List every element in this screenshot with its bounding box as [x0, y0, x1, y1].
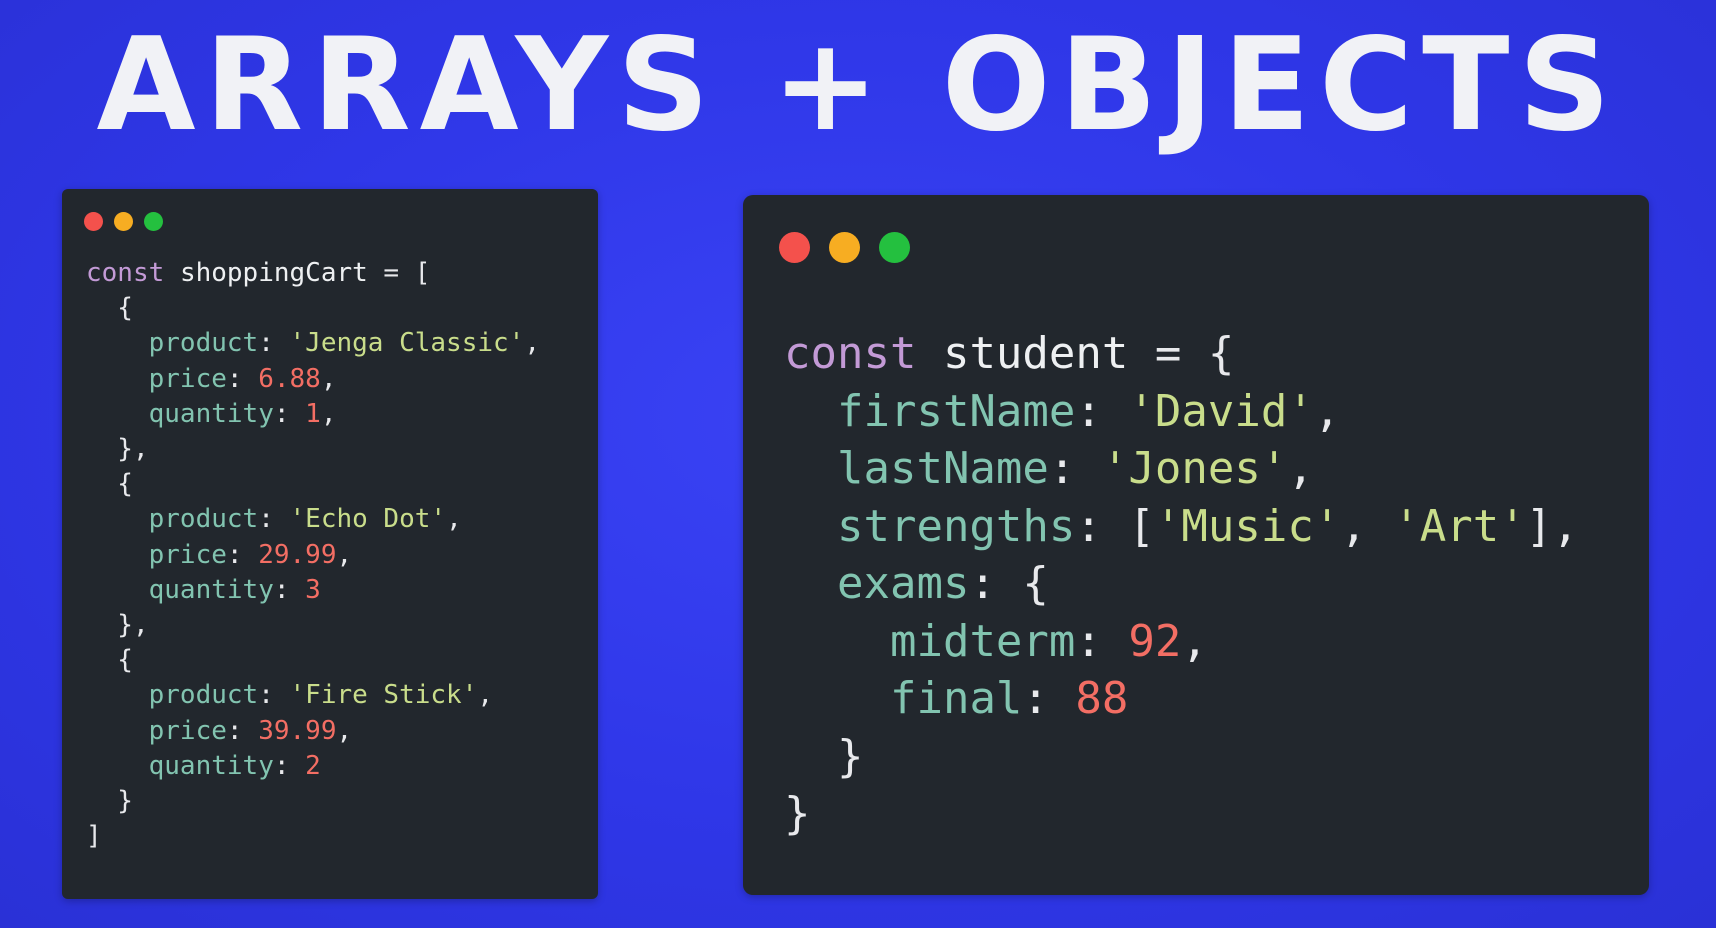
- code-number: 88: [1075, 673, 1129, 724]
- code-key: final: [889, 673, 1023, 724]
- variable-name: student: [942, 328, 1129, 379]
- code-keyword: const: [86, 258, 165, 288]
- code-string: 'Music': [1154, 500, 1341, 552]
- student-code: const student = { firstName: 'David', la…: [784, 328, 1579, 839]
- code-string: 'Fire Stick': [289, 680, 478, 711]
- code-number: 1: [305, 398, 321, 429]
- maximize-dot-icon: [879, 232, 910, 263]
- code-key: midterm: [889, 615, 1076, 667]
- shopping-cart-code: const shoppingCart = [ { product: 'Jenga…: [86, 258, 540, 852]
- code-key: product: [148, 328, 259, 359]
- window-controls: [779, 232, 910, 263]
- window-controls: [84, 212, 163, 231]
- code-number: 29.99: [258, 539, 337, 570]
- maximize-dot-icon: [144, 212, 163, 231]
- code-string: 'Jones': [1101, 443, 1288, 494]
- code-string: 'David': [1128, 385, 1314, 437]
- code-number: 2: [305, 750, 321, 781]
- code-number: 92: [1128, 615, 1182, 667]
- close-dot-icon: [84, 212, 103, 231]
- code-key: quantity: [148, 750, 274, 781]
- code-key: price: [148, 539, 227, 570]
- minimize-dot-icon: [829, 232, 860, 263]
- variable-name: shoppingCart: [179, 258, 368, 288]
- code-key: product: [148, 680, 259, 711]
- code-number: 6.88: [258, 363, 321, 394]
- code-string: 'Jenga Classic': [289, 328, 525, 359]
- code-key: exams: [836, 558, 970, 609]
- slide-title: ARRAYS + OBJECTS: [96, 11, 1620, 160]
- code-key: quantity: [148, 398, 274, 429]
- code-key: strengths: [836, 500, 1076, 552]
- student-code-window: const student = { firstName: 'David', la…: [743, 195, 1649, 895]
- shopping-cart-code-window: const shoppingCart = [ { product: 'Jenga…: [62, 189, 598, 899]
- code-number: 39.99: [258, 715, 337, 746]
- code-string: 'Echo Dot': [289, 504, 447, 535]
- close-dot-icon: [779, 232, 810, 263]
- code-key: price: [148, 715, 227, 746]
- code-key: product: [148, 504, 259, 535]
- code-string: 'Art': [1393, 500, 1526, 552]
- code-key: firstName: [836, 385, 1076, 437]
- code-key: quantity: [148, 574, 274, 605]
- code-key: price: [148, 363, 227, 394]
- code-number: 3: [305, 574, 321, 605]
- code-keyword: const: [784, 328, 917, 379]
- code-key: lastName: [836, 443, 1049, 494]
- minimize-dot-icon: [114, 212, 133, 231]
